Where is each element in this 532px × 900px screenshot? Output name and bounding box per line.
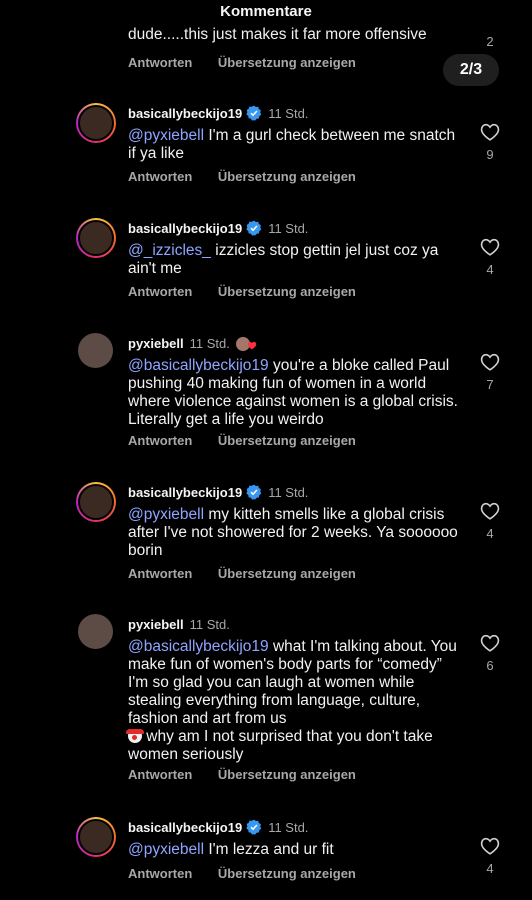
mention-link[interactable]: @pyxiebell <box>128 127 204 144</box>
avatar[interactable] <box>76 482 116 522</box>
page-indicator: 2/3 <box>443 54 499 86</box>
like-button[interactable]: 4 <box>478 837 502 876</box>
like-count: 6 <box>486 658 494 673</box>
username[interactable]: basicallybeckijo19 <box>128 820 242 835</box>
show-translation-button[interactable]: Übersetzung anzeigen <box>218 767 356 782</box>
reply-button[interactable]: Antworten <box>128 169 192 184</box>
like-button[interactable]: 4 <box>478 238 502 277</box>
comment-body-continued: why am I not surprised that you don't ta… <box>128 728 433 763</box>
username[interactable]: basicallybeckijo19 <box>128 106 242 121</box>
comment-actions-partial: Antworten Übersetzung anzeigen <box>128 55 378 70</box>
comment-meta: basicallybeckijo19 11 Std. <box>128 105 308 123</box>
reply-button[interactable]: Antworten <box>128 433 192 448</box>
username[interactable]: pyxiebell <box>128 336 184 351</box>
creator-heart-icon <box>247 341 257 350</box>
avatar[interactable] <box>76 817 116 857</box>
username[interactable]: pyxiebell <box>128 617 184 632</box>
comment-actions: Antworten Übersetzung anzeigen <box>128 169 378 184</box>
heart-outline-icon <box>480 353 500 371</box>
comment-meta: basicallybeckijo19 11 Std. <box>128 220 308 238</box>
avatar[interactable] <box>76 218 116 258</box>
comment-text: @basicallybeckijo19 what I'm talking abo… <box>126 638 458 764</box>
clown-face-icon <box>126 729 144 743</box>
timestamp: 11 Std. <box>268 221 309 236</box>
heart-outline-icon <box>480 502 500 520</box>
like-count: 4 <box>486 526 494 541</box>
comment-actions: Antworten Übersetzung anzeigen <box>128 566 378 581</box>
timestamp: 11 Std. <box>268 106 309 121</box>
comment-actions: Antworten Übersetzung anzeigen <box>128 433 378 448</box>
like-count: 2 <box>486 34 494 49</box>
show-translation-button[interactable]: Übersetzung anzeigen <box>218 866 356 881</box>
timestamp: 11 Std. <box>189 336 230 351</box>
like-count: 4 <box>486 262 494 277</box>
like-count: 7 <box>486 377 494 392</box>
reply-button[interactable]: Antworten <box>128 566 192 581</box>
avatar[interactable] <box>76 103 116 143</box>
show-translation-button[interactable]: Übersetzung anzeigen <box>218 284 356 299</box>
mention-link[interactable]: @basicallybeckijo19 <box>128 638 269 655</box>
comment-actions: Antworten Übersetzung anzeigen <box>128 866 378 881</box>
like-count: 9 <box>486 147 494 162</box>
like-button[interactable]: 7 <box>478 353 502 392</box>
comment-actions: Antworten Übersetzung anzeigen <box>128 767 378 782</box>
timestamp: 11 Std. <box>268 485 309 500</box>
comment-text: @pyxiebell I'm lezza and ur fit <box>128 841 458 859</box>
reply-button[interactable]: Antworten <box>128 866 192 881</box>
comment-meta: pyxiebell 11 Std. <box>128 335 257 353</box>
comment-text: @_izzicles_ izzicles stop gettin jel jus… <box>128 242 458 278</box>
comment-meta: pyxiebell 11 Std. <box>128 616 230 634</box>
like-button[interactable]: 4 <box>478 502 502 541</box>
show-translation-button[interactable]: Übersetzung anzeigen <box>218 55 356 70</box>
show-translation-button[interactable]: Übersetzung anzeigen <box>218 433 356 448</box>
mention-link[interactable]: @basicallybeckijo19 <box>128 357 269 374</box>
avatar[interactable] <box>78 614 113 649</box>
mention-link[interactable]: @pyxiebell <box>128 841 204 858</box>
comment-meta: basicallybeckijo19 11 Std. <box>128 819 308 837</box>
timestamp: 11 Std. <box>268 820 309 835</box>
heart-outline-icon <box>480 123 500 141</box>
comment-text-partial: dude.....this just makes it far more off… <box>128 26 427 43</box>
heart-outline-icon <box>480 238 500 256</box>
verified-badge-icon <box>246 105 262 126</box>
timestamp: 11 Std. <box>189 617 230 632</box>
comment-text: @pyxiebell my kitteh smells like a globa… <box>128 506 458 560</box>
username[interactable]: basicallybeckijo19 <box>128 485 242 500</box>
like-button[interactable]: 9 <box>478 123 502 162</box>
comment-meta: basicallybeckijo19 11 Std. <box>128 484 308 502</box>
comment-body: I'm lezza and ur fit <box>204 841 334 858</box>
verified-badge-icon <box>246 484 262 505</box>
like-count: 4 <box>486 861 494 876</box>
username[interactable]: basicallybeckijo19 <box>128 221 242 236</box>
comment-actions: Antworten Übersetzung anzeigen <box>128 284 378 299</box>
show-translation-button[interactable]: Übersetzung anzeigen <box>218 169 356 184</box>
reply-button[interactable]: Antworten <box>128 767 192 782</box>
mention-link[interactable]: @pyxiebell <box>128 506 204 523</box>
mention-link[interactable]: @_izzicles_ <box>128 242 211 259</box>
like-button[interactable]: 6 <box>478 634 502 673</box>
reply-button[interactable]: Antworten <box>128 55 192 70</box>
comment-text: @pyxiebell I'm a gurl check between me s… <box>128 127 458 163</box>
show-translation-button[interactable]: Übersetzung anzeigen <box>218 566 356 581</box>
comments-header: Kommentare <box>0 0 532 24</box>
verified-badge-icon <box>246 220 262 241</box>
comment-text: @basicallybeckijo19 you're a bloke calle… <box>128 357 458 429</box>
reply-button[interactable]: Antworten <box>128 284 192 299</box>
heart-outline-icon <box>480 634 500 652</box>
heart-outline-icon <box>480 837 500 855</box>
verified-badge-icon <box>246 819 262 840</box>
avatar[interactable] <box>78 333 113 368</box>
